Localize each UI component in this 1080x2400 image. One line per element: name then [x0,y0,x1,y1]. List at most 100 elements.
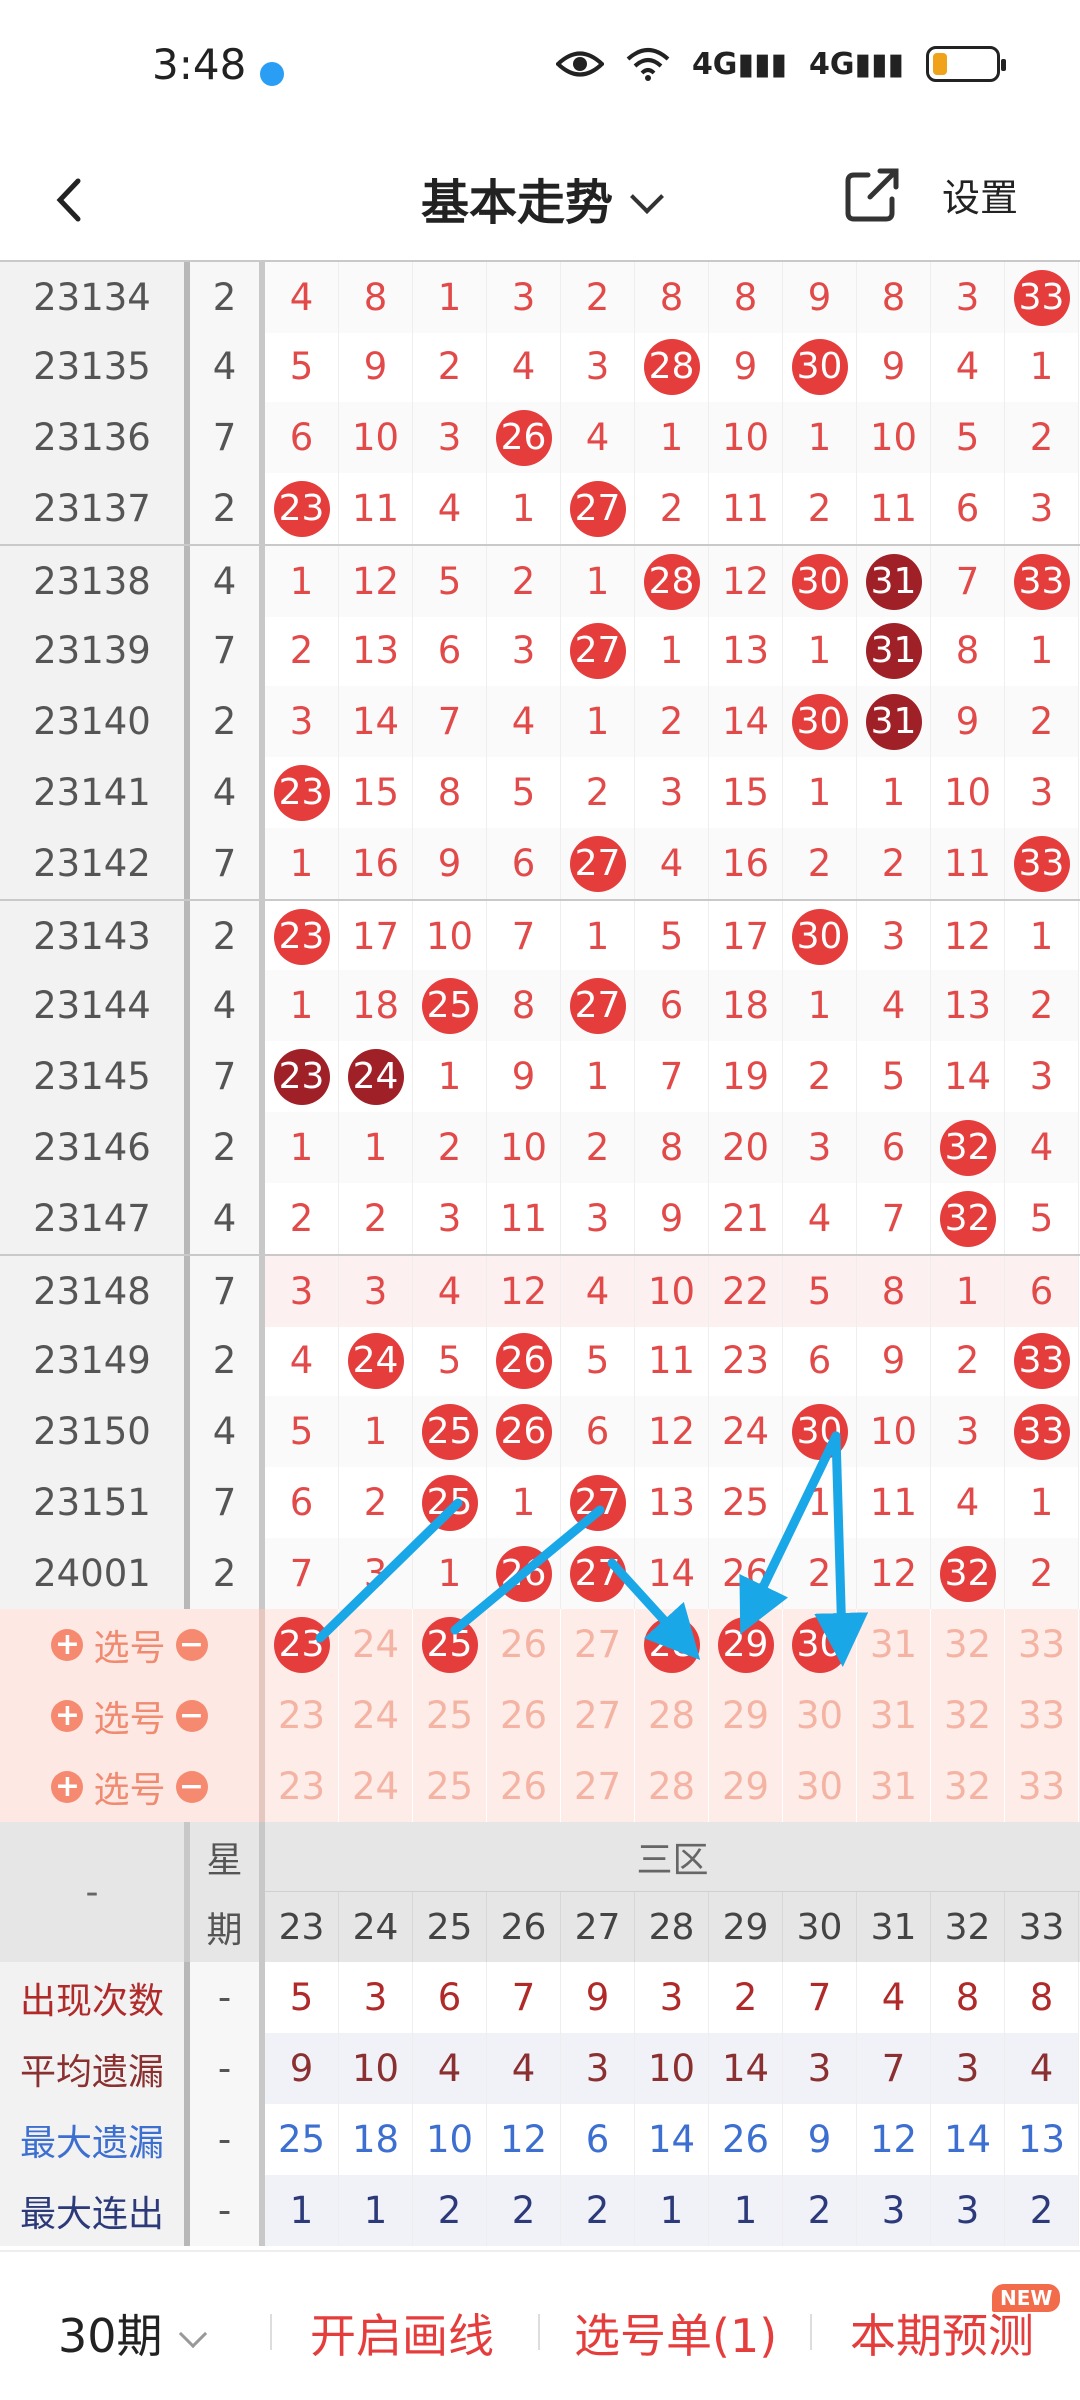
selectable-number[interactable]: 25 [413,1680,487,1751]
selectable-number[interactable]: 26 [487,1751,561,1822]
number-ball[interactable]: 29 [709,1609,783,1680]
selectable-number[interactable]: 23 [265,1751,339,1822]
selection-list-button[interactable]: 选号单(1) [574,2300,777,2366]
selectable-number[interactable]: 32 [931,1680,1005,1751]
miss-count: 13 [931,970,1005,1041]
miss-count: 9 [339,331,413,402]
miss-count: 15 [339,757,413,828]
period-selector[interactable]: 30期 [58,2300,207,2366]
selectable-number[interactable]: 33 [1005,1751,1079,1822]
number-ball: 30 [783,901,857,972]
miss-count: 9 [413,828,487,899]
miss-count: 2 [783,2175,857,2246]
selectable-number[interactable]: 29 [709,1751,783,1822]
number-ball[interactable]: 30 [783,1609,857,1680]
selectable-number[interactable]: 31 [857,1751,931,1822]
weekday: 2 [190,686,265,757]
number-ball[interactable]: 28 [635,1609,709,1680]
miss-count: 2 [561,2175,635,2246]
selectable-number[interactable]: 27 [561,1609,635,1680]
draw-row: 23143 2 23 17 10 7 1 5 17 30 3 12 1 [0,899,1080,972]
miss-count: 2 [413,331,487,402]
selectable-number[interactable]: 23 [265,1680,339,1751]
selectable-number[interactable]: 33 [1005,1609,1079,1680]
miss-count: 10 [931,757,1005,828]
miss-count: 18 [339,2104,413,2175]
selectable-number[interactable]: 24 [339,1680,413,1751]
selectable-number[interactable]: 25 [413,1751,487,1822]
miss-count: 2 [783,1041,857,1112]
miss-count: 1 [487,473,561,544]
minus-icon[interactable]: − [175,1699,208,1732]
miss-count: 1 [783,615,857,686]
miss-count: 13 [1005,2104,1079,2175]
miss-count: 9 [635,1183,709,1254]
selectable-number[interactable]: 28 [635,1680,709,1751]
miss-count: 4 [857,1962,931,2033]
plus-icon[interactable]: + [51,1770,84,1803]
number-ball: 24 [339,1325,413,1396]
miss-count: 1 [783,970,857,1041]
miss-count: 3 [413,1183,487,1254]
selectable-number[interactable]: 31 [857,1609,931,1680]
miss-count: 1 [931,1256,1005,1327]
number-ball[interactable]: 25 [413,1609,487,1680]
selectable-number[interactable]: 28 [635,1751,709,1822]
miss-count: 5 [561,1325,635,1396]
minus-icon[interactable]: − [175,1770,208,1803]
selectable-number[interactable]: 32 [931,1609,1005,1680]
miss-count: 3 [487,615,561,686]
plus-icon[interactable]: + [51,1699,84,1732]
select-row: + 选号 − 23 24 25 26 27 28 29 30 31 32 33 [0,1751,1080,1822]
miss-count: 5 [1005,1183,1079,1254]
stats-week: - [190,2175,265,2246]
ball-red: 28 [643,553,700,610]
selectable-number[interactable]: 30 [783,1680,857,1751]
stats-row: 平均遗漏 -9 10 4 4 3 10 14 3 7 3 4 [0,2033,1080,2104]
draw-line-button[interactable]: 开启画线 [310,2300,494,2366]
share-icon[interactable] [840,163,904,227]
miss-count: 1 [413,1538,487,1609]
selectable-number[interactable]: 26 [487,1680,561,1751]
ball-red: 29 [717,1616,774,1673]
selectable-number[interactable]: 24 [339,1609,413,1680]
miss-count: 4 [413,2033,487,2104]
selectable-number[interactable]: 27 [561,1751,635,1822]
selectable-number[interactable]: 27 [561,1680,635,1751]
selectable-number[interactable]: 30 [783,1751,857,1822]
miss-count: 9 [265,2033,339,2104]
stats-week: - [190,2104,265,2175]
ball-red: 26 [495,1403,552,1460]
miss-count: 7 [413,686,487,757]
miss-count: 2 [265,1183,339,1254]
selectable-number[interactable]: 33 [1005,1680,1079,1751]
settings-button[interactable]: 设置 [942,167,1018,222]
miss-count: 2 [561,262,635,333]
miss-count: 1 [635,2175,709,2246]
miss-count: 1 [783,1467,857,1538]
ball-red: 27 [569,480,626,537]
selectable-number[interactable]: 24 [339,1751,413,1822]
selectable-number[interactable]: 29 [709,1680,783,1751]
miss-count: 1 [709,2175,783,2246]
selectable-number[interactable]: 31 [857,1680,931,1751]
period-number: 23135 [0,331,190,402]
minus-icon[interactable]: − [175,1628,208,1661]
miss-count: 1 [487,1467,561,1538]
divider [538,2314,540,2350]
weekday: 2 [190,901,265,972]
miss-count: 1 [265,2175,339,2246]
selectable-number[interactable]: 26 [487,1609,561,1680]
ball-red: 23 [273,480,330,537]
number-ball[interactable]: 23 [265,1609,339,1680]
miss-count: 14 [709,686,783,757]
miss-count: 6 [413,615,487,686]
miss-count: 2 [1005,402,1079,473]
miss-count: 5 [265,331,339,402]
selectable-number[interactable]: 32 [931,1751,1005,1822]
page-title[interactable]: 基本走势 [0,163,1080,233]
stats-row: 出现次数 -5 3 6 7 9 3 2 7 4 8 8 [0,1962,1080,2033]
plus-icon[interactable]: + [51,1628,84,1661]
miss-count: 3 [487,262,561,333]
zone-number: 32 [931,1892,1005,1962]
